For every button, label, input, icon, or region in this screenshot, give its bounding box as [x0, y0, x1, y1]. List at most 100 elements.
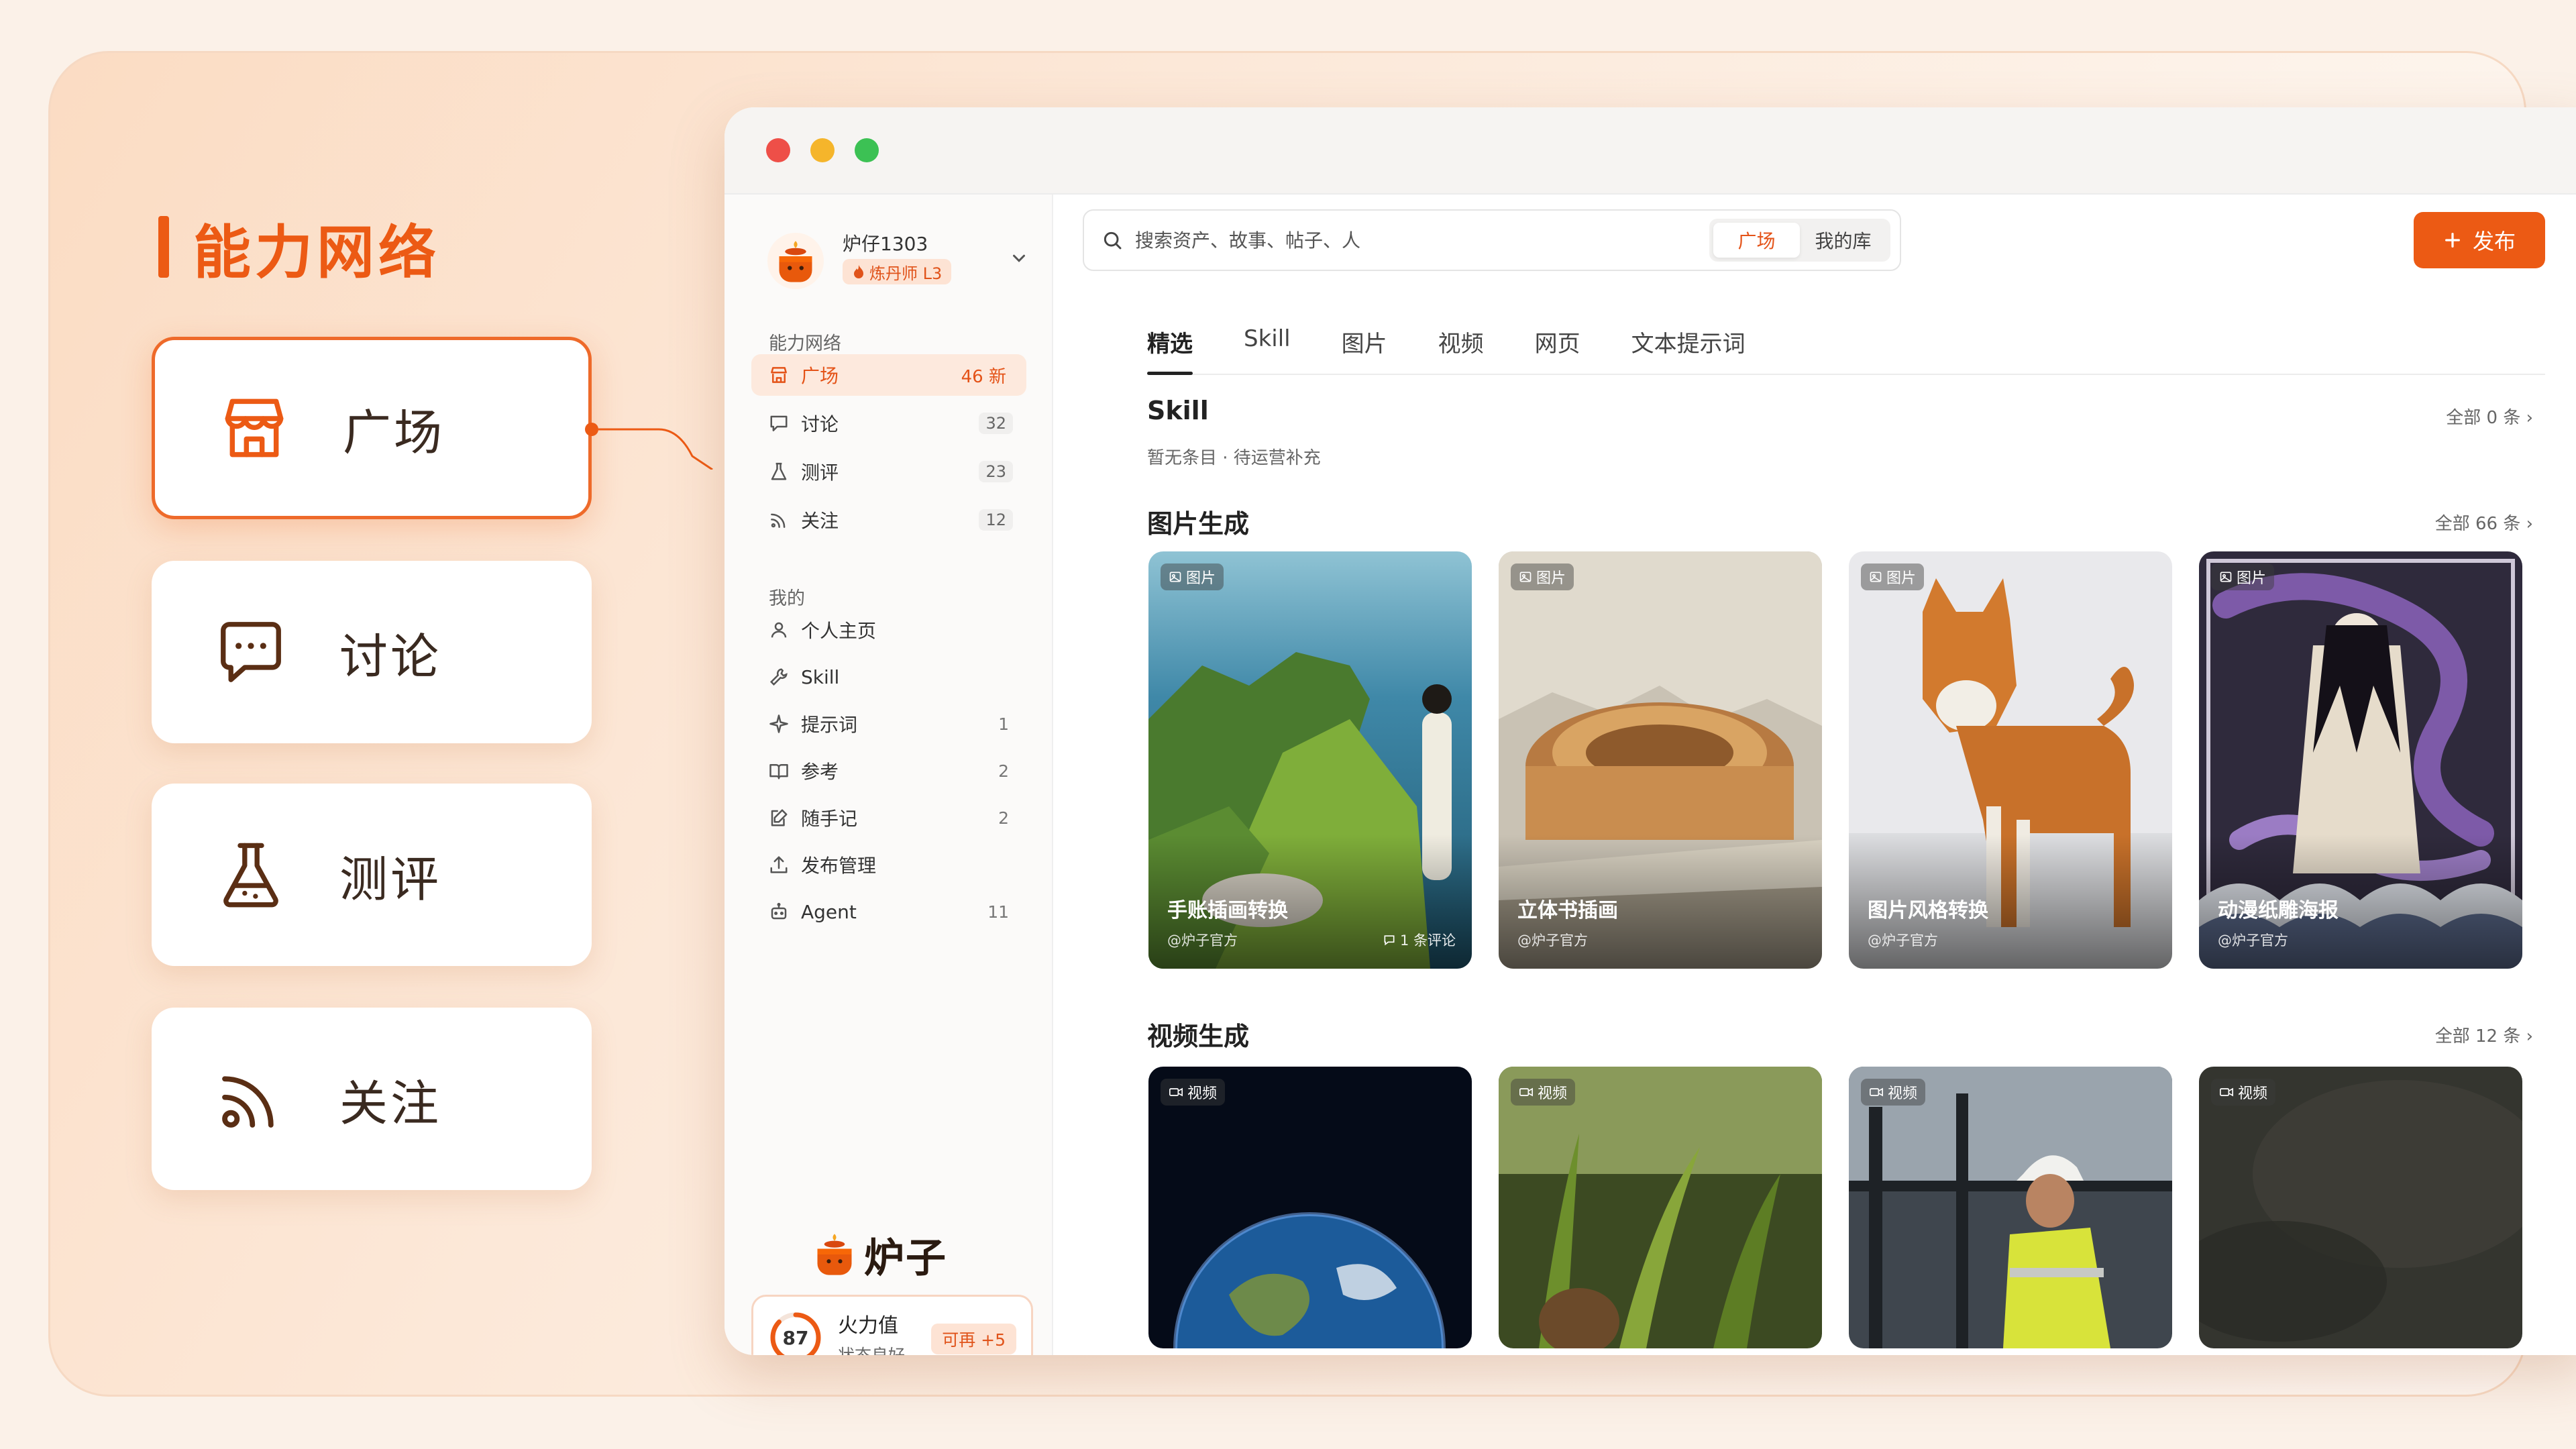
app-window: 炉仔1303 炼丹师 L3 能力网络 广场 46 新 讨论 32 测评 23 关… [724, 107, 2576, 1355]
see-all-image-link[interactable]: 全部 66 条 › [2435, 510, 2533, 535]
card-title: 动漫纸雕海报 [2218, 899, 2339, 922]
fire-value: 87 [782, 1326, 809, 1349]
rss-feed-icon [771, 513, 786, 528]
image-card[interactable]: 图片 手账插画转换 @炉子官方 1 条评论 [1148, 551, 1472, 969]
badge-label: 视频 [1538, 1085, 1568, 1102]
sidebar-item-skill[interactable]: Skill [751, 656, 1026, 698]
fire-status: 状态良好 [838, 1342, 905, 1355]
sidebar-item-label: 提示词 [801, 714, 858, 736]
sidebar-item-agent[interactable]: Agent 11 [751, 891, 1026, 932]
storefront-icon [771, 367, 787, 383]
section-title-image: 图片生成 [1147, 509, 1250, 539]
feature-label: 讨论 [339, 628, 442, 685]
user-switcher[interactable]: 炉仔1303 炼丹师 L3 [767, 224, 1036, 298]
video-card[interactable]: 视频 [2199, 1067, 2522, 1348]
chat-bubble-icon [211, 612, 291, 692]
sidebar: 炉仔1303 炼丹师 L3 能力网络 广场 46 新 讨论 32 测评 23 关… [724, 195, 1053, 1355]
avatar [767, 233, 824, 289]
new-count-badge: 46 新 [961, 366, 1006, 387]
feature-card-discussion[interactable]: 讨论 [152, 561, 592, 743]
badge-label: 图片 [1536, 570, 1566, 587]
minimize-window-button[interactable] [810, 138, 835, 162]
sidebar-item-discussion[interactable]: 讨论 32 [751, 402, 1026, 444]
video-card[interactable]: 视频 [1849, 1067, 2172, 1348]
publish-button[interactable]: 发布 [2414, 212, 2545, 268]
search-icon [1104, 231, 1122, 250]
search-bar[interactable]: 广场 我的库 [1083, 209, 1901, 271]
image-card[interactable]: 图片 图片风格转换 @炉子官方 [1849, 551, 2172, 969]
media-type-badge: 图片 [2211, 564, 2275, 590]
feature-card-follow[interactable]: 关注 [152, 1008, 592, 1190]
sidebar-item-notes[interactable]: 随手记 2 [751, 797, 1026, 839]
card-title: 手账插画转换 [1167, 899, 1288, 922]
sidebar-item-label: 参考 [801, 761, 839, 783]
tab-image[interactable]: 图片 [1342, 325, 1387, 374]
sidebar-item-follow[interactable]: 关注 12 [751, 499, 1026, 541]
user-name: 炉仔1303 [843, 233, 928, 255]
sidebar-item-label: 随手记 [801, 808, 858, 830]
badge-label: 图片 [1186, 570, 1216, 587]
sidebar-item-publish-manage[interactable]: 发布管理 [751, 844, 1026, 885]
maximize-window-button[interactable] [855, 138, 879, 162]
sidebar-item-plaza[interactable]: 广场 46 新 [751, 354, 1026, 396]
card-title: 立体书插画 [1517, 899, 1618, 922]
chevron-down-icon[interactable] [1009, 248, 1029, 268]
sidebar-item-reference[interactable]: 参考 2 [751, 750, 1026, 792]
see-all-skill-link[interactable]: 全部 0 条 › [2446, 404, 2533, 429]
badge-label: 视频 [1888, 1085, 1918, 1102]
tab-featured[interactable]: 精选 [1147, 325, 1193, 375]
count-badge: 32 [979, 413, 1013, 434]
tab-video[interactable]: 视频 [1438, 325, 1484, 374]
count-badge: 12 [979, 509, 1013, 531]
skill-empty-note: 暂无条目 · 待运营补充 [1147, 448, 1321, 468]
feature-card-plaza[interactable]: 广场 [152, 337, 592, 519]
scope-option-library[interactable]: 我的库 [1800, 223, 1886, 258]
image-icon [2220, 572, 2232, 582]
sidebar-item-review[interactable]: 测评 23 [751, 451, 1026, 492]
video-camera-icon [1869, 1087, 1883, 1097]
earth-video-thumbnail [1148, 1067, 1472, 1348]
count: 11 [987, 902, 1009, 922]
sidebar-item-label: 关注 [801, 510, 839, 532]
image-card[interactable]: 图片 动漫纸雕海报 @炉子官方 [2199, 551, 2522, 969]
brand-logo: 炉子 [812, 1228, 947, 1282]
badge-label: 视频 [1187, 1085, 1218, 1102]
media-type-badge: 图片 [1511, 564, 1574, 590]
fire-boost-badge[interactable]: 可再 +5 [931, 1324, 1016, 1354]
card-title: 图片风格转换 [1868, 899, 1988, 922]
sidebar-section-network: 能力网络 [769, 333, 841, 354]
media-type-badge: 图片 [1861, 564, 1925, 590]
comment-count: 1 条评论 [1399, 932, 1456, 949]
fire-power-card[interactable]: 87 火力值 状态良好 可再 +5 [751, 1295, 1033, 1355]
heading-accent-bar [158, 216, 169, 278]
chat-bubble-icon [770, 415, 788, 431]
rss-feed-icon [211, 1059, 291, 1139]
close-window-button[interactable] [766, 138, 790, 162]
see-all-video-link[interactable]: 全部 12 条 › [2435, 1022, 2533, 1047]
wrench-icon [769, 668, 788, 686]
sidebar-item-prompts[interactable]: 提示词 1 [751, 703, 1026, 745]
flask-icon [771, 462, 787, 480]
stove-mascot-icon [779, 241, 812, 282]
storefront-icon [214, 388, 294, 468]
badge-label: 图片 [2237, 570, 2267, 587]
tab-skill[interactable]: Skill [1244, 325, 1291, 374]
image-icon [1519, 572, 1532, 582]
media-type-badge: 视频 [1861, 1079, 1926, 1106]
count: 1 [998, 714, 1009, 734]
card-comments[interactable]: 1 条评论 [1383, 930, 1456, 950]
section-title-video: 视频生成 [1147, 1022, 1250, 1051]
image-card[interactable]: 图片 立体书插画 @炉子官方 [1499, 551, 1822, 969]
flask-icon [211, 835, 291, 915]
grass-video-thumbnail [1499, 1067, 1822, 1348]
sidebar-item-profile[interactable]: 个人主页 [751, 609, 1026, 651]
video-card[interactable]: 视频 [1148, 1067, 1472, 1348]
scope-option-plaza[interactable]: 广场 [1713, 223, 1800, 258]
tab-webpage[interactable]: 网页 [1535, 325, 1580, 374]
tab-text-prompts[interactable]: 文本提示词 [1631, 325, 1746, 374]
sidebar-item-label: 广场 [801, 365, 839, 387]
feature-card-review[interactable]: 测评 [152, 784, 592, 966]
video-card[interactable]: 视频 [1499, 1067, 1822, 1348]
search-input[interactable] [1135, 229, 1685, 252]
image-icon [1169, 572, 1181, 582]
